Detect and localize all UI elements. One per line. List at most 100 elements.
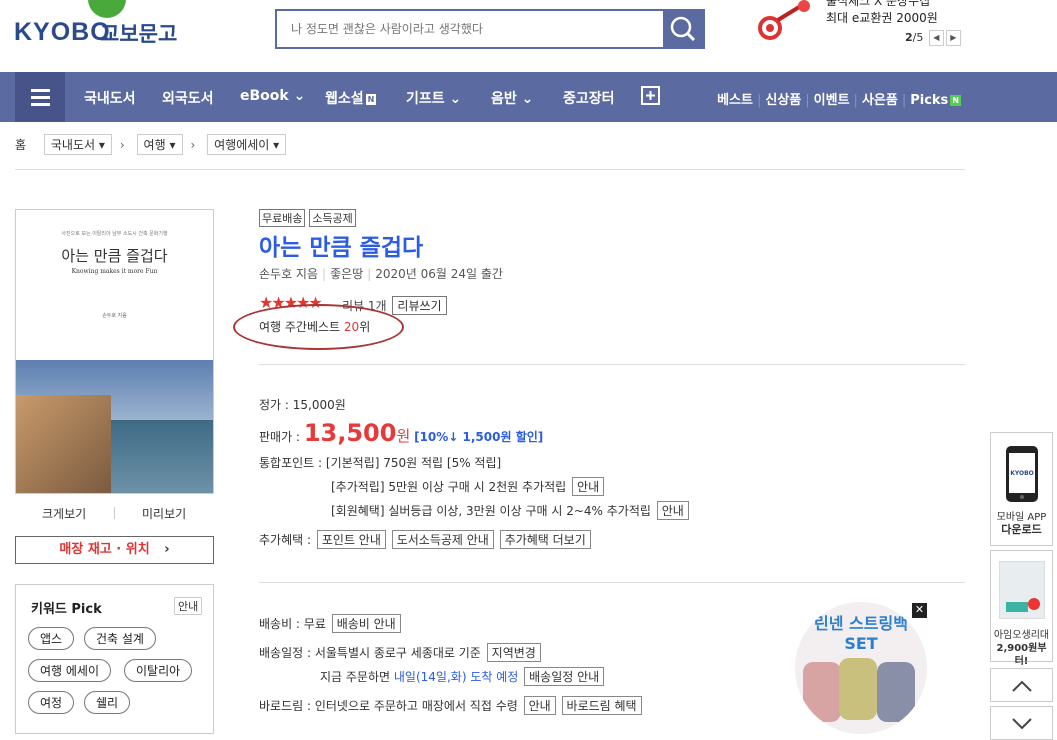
promo-product-name: 아임오생리대	[993, 630, 1050, 641]
keyword-title: 키워드 Pick	[31, 602, 102, 617]
promo-product-price: 2,900원부터!	[996, 643, 1047, 667]
baro-text: 바로드림 : 인터넷으로 주문하고 매장에서 직접 수령	[259, 699, 518, 713]
sale-price-row: 판매가 : 13,500원 [10%↓ 1,500원 할인]	[259, 419, 543, 447]
nav-right-links: 베스트 | 신상품 | 이벤트 | 사은품 | Picks N	[717, 93, 961, 108]
ad-line2: SET	[844, 634, 878, 653]
dropdown-icon: ▾	[273, 138, 280, 152]
nav-new[interactable]: 신상품	[765, 93, 801, 108]
tax-deduction-guide-button[interactable]: 도서소득공제 안내	[391, 530, 494, 549]
promo-pager: 2/5 ◀ ▶	[905, 30, 961, 46]
chevron-down-icon	[1011, 718, 1032, 730]
nav-gift-item[interactable]: 사은품	[862, 93, 898, 108]
order-now-text: 지금 주문하면	[320, 670, 391, 684]
divider	[15, 169, 965, 170]
main-nav: 국내도서 외국도서 eBook ⌄ 웹소설 N 기프트 ⌄ 음반 ⌄ 중고장터 베…	[0, 72, 1057, 122]
store-stock-button[interactable]: 매장 재고 · 위치 ›	[15, 536, 214, 564]
highlight-oval	[233, 304, 404, 350]
nav-item-webnovel[interactable]: 웹소설 N	[325, 88, 377, 108]
nav-best[interactable]: 베스트	[717, 93, 753, 108]
promo-line2: 최대 e교환권 2000원	[826, 11, 938, 25]
nav-picks[interactable]: Picks	[910, 93, 948, 108]
keyword-chip[interactable]: 앱스	[28, 627, 75, 650]
picks-new-badge: N	[950, 95, 961, 106]
promo-prev-button[interactable]: ◀	[928, 30, 944, 46]
cover-title-en: Knowing makes it more Fun	[71, 268, 158, 275]
keyword-chip[interactable]: 건축 설계	[84, 627, 156, 650]
promo-pin-image[interactable]	[756, 0, 812, 44]
sale-price-unit: 원	[396, 427, 411, 445]
breadcrumb-domestic[interactable]: 국내도서 ▾	[43, 134, 112, 155]
change-region-button[interactable]: 지역변경	[486, 643, 541, 662]
side-promo[interactable]: 아임오생리대 2,900원부터!	[990, 550, 1053, 667]
search-icon	[670, 16, 696, 42]
close-icon[interactable]: ✕	[912, 603, 927, 618]
nav-item-gift[interactable]: 기프트 ⌄	[406, 88, 461, 108]
sale-price-value: 13,500	[303, 419, 397, 447]
points-extra: [추가적립] 5만원 이상 구매 시 2천원 추가적립	[331, 480, 567, 494]
breadcrumb-home[interactable]: 홈	[15, 138, 26, 152]
arrival-date: 내일(14일,화) 도착 예정	[393, 670, 519, 684]
breadcrumb-travel-essay[interactable]: 여행에세이 ▾	[207, 134, 287, 155]
points-extra-guide-button[interactable]: 안내	[572, 477, 605, 496]
points-label: 통합포인트 :	[259, 456, 323, 470]
sale-price-label: 판매가 :	[259, 430, 300, 444]
search-button[interactable]	[663, 11, 703, 47]
shipping-schedule-guide-button[interactable]: 배송일정 안내	[524, 667, 605, 686]
chevron-down-icon: ⌄	[449, 91, 462, 107]
book-publisher[interactable]: 좋은땅	[330, 267, 363, 281]
points-basic: [기본적립] 750원 적립 [5% 적립]	[325, 456, 502, 470]
linen-bag-ad[interactable]: 린넨 스트링백 SET	[795, 602, 927, 734]
preview-link[interactable]: 미리보기	[142, 505, 186, 522]
keyword-info-button[interactable]: 안내	[174, 597, 203, 615]
keyword-chip[interactable]: 여정	[28, 691, 75, 714]
dropdown-icon: ▾	[98, 138, 105, 152]
promo-banner[interactable]: 출석체크 X 문장수집 최대 e교환권 2000원	[826, 0, 976, 27]
mobile-app-download[interactable]: KYOBO 모바일 APP 다운로드	[990, 432, 1053, 546]
more-benefits-button[interactable]: 추가혜택 더보기	[499, 530, 591, 549]
shipping-schedule: 배송일정 : 서울특별시 종로구 세종대로 기준	[259, 646, 481, 660]
chevron-right-icon: ›	[190, 138, 196, 152]
book-title: 아는 만큼 즐겁다	[259, 235, 424, 261]
cover-author: 손두호 지음	[102, 313, 127, 319]
pin-icon	[758, 0, 810, 40]
chevron-down-icon: ⌄	[293, 88, 306, 104]
zoom-link[interactable]: 크게보기	[42, 505, 86, 522]
smartphone-icon: KYOBO	[1006, 446, 1038, 502]
book-cover[interactable]: 사진으로 보는 이탈리아 남부 소도시 건축 문화기행 아는 만큼 즐겁다 Kn…	[15, 209, 214, 494]
nav-item-domestic[interactable]: 국내도서	[84, 88, 136, 108]
promo-product-image	[999, 561, 1045, 619]
points-member-guide-button[interactable]: 안내	[656, 501, 689, 520]
plus-icon[interactable]	[641, 86, 661, 110]
point-guide-button[interactable]: 포인트 안내	[316, 530, 386, 549]
shipping-fee-guide-button[interactable]: 배송비 안내	[331, 614, 401, 633]
baro-guide-button[interactable]: 안내	[523, 696, 556, 715]
promo-page-current: 2	[905, 31, 913, 44]
promo-page-total: /5	[912, 31, 924, 44]
cover-subtitle: 사진으로 보는 이탈리아 남부 소도시 건축 문화기행	[61, 231, 168, 237]
breadcrumb-travel[interactable]: 여행 ▾	[136, 134, 183, 155]
nav-item-music[interactable]: 음반 ⌄	[491, 88, 533, 108]
book-author[interactable]: 손두호 지음	[259, 267, 318, 281]
book-meta: 손두호 지음 | 좋은땅 | 2020년 06월 24일 출간	[259, 267, 503, 281]
benefit-row: 추가혜택 : 포인트 안내 도서소득공제 안내 추가혜택 더보기	[259, 530, 591, 549]
keyword-chip[interactable]: 여행 에세이	[28, 659, 112, 682]
nav-item-foreign[interactable]: 외국도서	[162, 88, 214, 108]
nav-item-ebook[interactable]: eBook ⌄	[240, 88, 305, 104]
leaf-icon	[88, 0, 126, 18]
keyword-chip[interactable]: 쉘리	[84, 691, 131, 714]
baro-benefit-button[interactable]: 바로드림 혜택	[561, 696, 642, 715]
points-row: 통합포인트 : [기본적립] 750원 적립 [5% 적립]	[259, 454, 501, 471]
chevron-down-icon: ⌄	[521, 91, 534, 107]
hamburger-menu-button[interactable]	[15, 72, 65, 122]
cover-photo-caption: Photo Essay on Architecture and Cities o…	[44, 347, 185, 353]
nav-item-used[interactable]: 중고장터	[563, 88, 615, 108]
nav-event[interactable]: 이벤트	[814, 93, 850, 108]
list-price-value: 15,000원	[292, 398, 346, 412]
search-input[interactable]	[277, 11, 663, 47]
promo-next-button[interactable]: ▶	[945, 30, 961, 46]
keyword-chip[interactable]: 이탈리아	[124, 659, 193, 682]
shipping-schedule-row: 배송일정 : 서울특별시 종로구 세종대로 기준 지역변경	[259, 643, 541, 662]
write-review-button[interactable]: 리뷰쓰기	[392, 296, 447, 315]
scroll-down-button[interactable]	[990, 706, 1053, 740]
scroll-up-button[interactable]	[990, 668, 1053, 702]
